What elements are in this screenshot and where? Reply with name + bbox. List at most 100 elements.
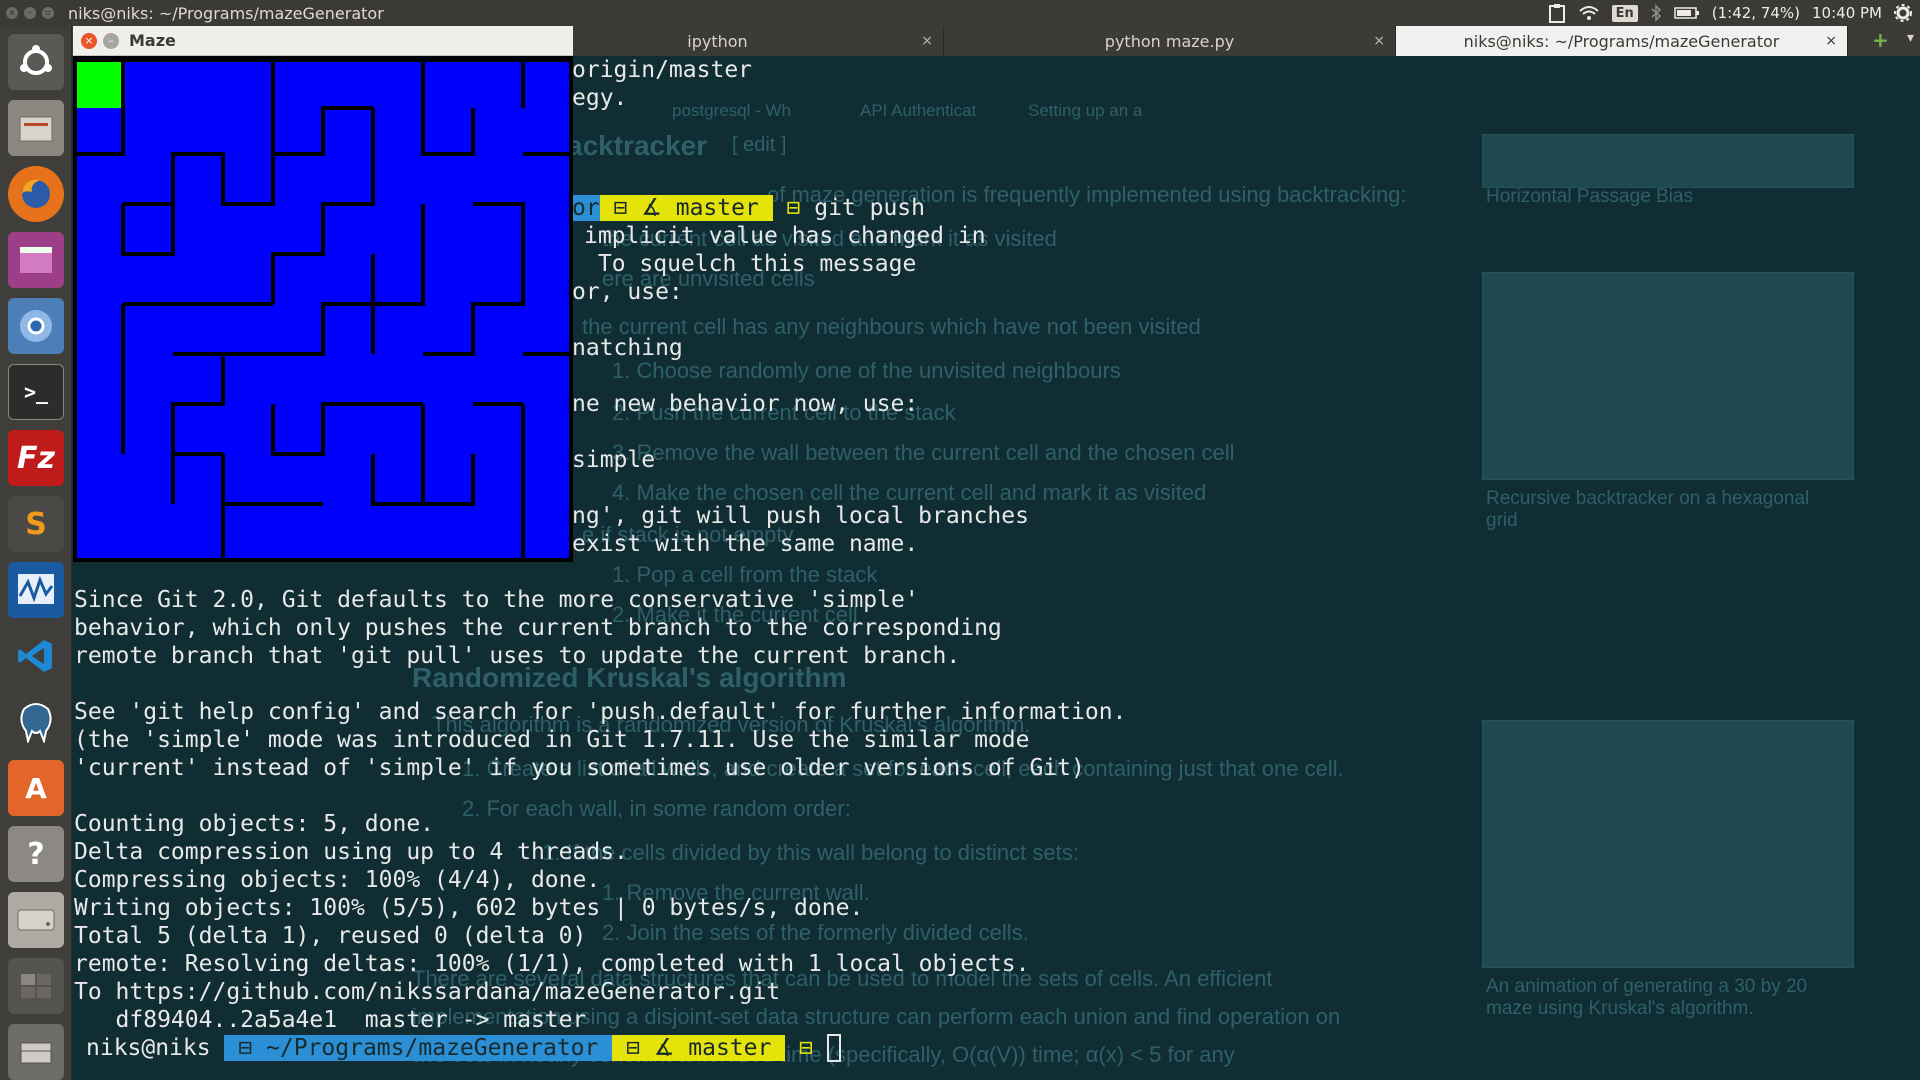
tab-label: python maze.py — [1104, 31, 1235, 51]
terminal-cursor — [826, 1034, 841, 1062]
bg-text: 1. Pop a cell from the stack — [612, 562, 878, 587]
disk-icon[interactable] — [8, 892, 64, 948]
keyboard-layout-indicator[interactable]: En — [1611, 4, 1638, 22]
bg-tab: API Authenticat — [860, 101, 977, 120]
ubuntu-dash-icon[interactable] — [8, 34, 64, 90]
bg-text: 3. Remove the wall between the current c… — [612, 440, 1235, 465]
tab-label: niks@niks: ~/Programs/mazeGenerator — [1463, 31, 1780, 51]
prompt-path-segment: or — [572, 195, 600, 221]
clock[interactable]: 10:40 PM — [1812, 4, 1882, 22]
maze-start-cell — [77, 62, 121, 108]
terminal-line: df89404..2a5a4e1 master -> master — [74, 1007, 587, 1033]
terminal-line: See 'git help config' and search for 'pu… — [74, 699, 1127, 725]
terminal-prompt-top: or ⊟ ∡ master ⊟ git push — [572, 195, 925, 221]
indicator-area: En (1:42, 74%) 10:40 PM — [1548, 0, 1912, 26]
maze-border — [569, 58, 573, 562]
help-icon[interactable]: ? — [8, 826, 64, 882]
terminal-line: or, use: — [572, 279, 683, 305]
prompt-path: ~/Programs/mazeGenerator — [266, 1035, 599, 1061]
maximize-window-button[interactable]: ▫ — [42, 7, 54, 19]
prompt-branch-segment: ⊟ ∡ master — [599, 195, 773, 221]
terminal-line: remote branch that 'git pull' uses to up… — [74, 643, 961, 669]
terminal-line: Delta compression using up to 4 threads. — [74, 839, 628, 865]
wifi-icon[interactable] — [1578, 4, 1600, 22]
maze-window: × – Maze — [73, 26, 573, 562]
bluetooth-icon[interactable] — [1650, 4, 1662, 22]
terminal-icon[interactable]: >_ — [8, 364, 64, 420]
filezilla-icon[interactable]: Fz — [8, 430, 64, 486]
close-window-button[interactable]: × — [6, 7, 18, 19]
minimize-window-button[interactable]: – — [24, 7, 36, 19]
maze-border — [73, 558, 573, 562]
prompt-command: git push — [814, 195, 925, 221]
maze-border — [73, 58, 573, 62]
close-tab-icon[interactable]: × — [1373, 33, 1385, 49]
terminal-line: (the 'simple' mode was introduced in Git… — [74, 727, 1030, 753]
bg-tab: postgresql - Wh — [672, 101, 792, 120]
terminal-line: Counting objects: 5, done. — [74, 811, 435, 837]
minimize-icon[interactable]: – — [103, 32, 119, 49]
new-tab-icon[interactable]: + — [1872, 30, 1890, 50]
trash-icon[interactable] — [8, 1024, 64, 1080]
bg-thumbnail — [1482, 134, 1854, 188]
files-icon[interactable] — [8, 100, 64, 156]
unity-launcher: >_ Fz S A ? — [0, 26, 72, 1080]
tab-python-maze[interactable]: python maze.py × — [944, 26, 1396, 56]
battery-icon[interactable] — [1674, 6, 1700, 20]
bg-caption: Recursive backtracker on a hexagonal gri… — [1486, 488, 1810, 531]
bg-tab: Setting up an a — [1028, 101, 1143, 120]
pgadmin-icon[interactable] — [8, 694, 64, 750]
bg-edit: [ edit ] — [732, 134, 787, 156]
top-panel: × – ▫ niks@niks: ~/Programs/mazeGenerato… — [0, 0, 1920, 26]
terminal-line: simple — [572, 447, 656, 473]
maze-window-title: Maze — [129, 31, 176, 50]
terminal-line: implicit value has changed in — [584, 223, 986, 249]
maze-border — [73, 58, 77, 562]
terminal-line: Total 5 (delta 1), reused 0 (delta 0) — [74, 923, 587, 949]
prompt-branch: master — [675, 195, 759, 221]
battery-status: (1:42, 74%) — [1711, 4, 1801, 22]
system-monitor-icon[interactable] — [8, 562, 64, 618]
tab-menu-chevron-down-icon[interactable]: ▾ — [1907, 30, 1914, 46]
terminal-line: Writing objects: 100% (5/5), 602 bytes |… — [74, 895, 864, 921]
sublime-icon[interactable]: S — [8, 496, 64, 552]
terminal-line: natching — [572, 335, 683, 361]
bg-text: 1. Choose randomly one of the unvisited … — [612, 358, 1121, 383]
maze-canvas — [73, 58, 573, 562]
workspace-icon[interactable] — [8, 958, 64, 1014]
terminal-line: origin/master — [572, 57, 753, 83]
terminal-line: Since Git 2.0, Git defaults to the more … — [74, 587, 919, 613]
maze-titlebar[interactable]: × – Maze — [73, 26, 573, 56]
bg-text: 2. For each wall, in some random order: — [462, 796, 851, 821]
clipboard-icon[interactable] — [1548, 3, 1566, 23]
bg-thumbnail — [1482, 272, 1854, 480]
terminal-line: behavior, which only pushes the current … — [74, 615, 1002, 641]
terminal-line: 'current' instead of 'simple' if you som… — [74, 755, 1085, 781]
terminal-line: exist with the same name. — [572, 531, 919, 557]
settings-gear-icon[interactable] — [1894, 4, 1912, 22]
tab-label: ipython — [687, 31, 748, 51]
bg-heading: acktracker — [567, 130, 708, 161]
software-center-icon[interactable]: A — [8, 760, 64, 816]
prompt-branch: master — [688, 1035, 772, 1061]
terminal-line: ne new behavior now, use: — [572, 391, 919, 417]
bg-thumbnail — [1482, 720, 1854, 968]
terminal-line: To squelch this message — [584, 251, 917, 277]
window-title: niks@niks: ~/Programs/mazeGenerator — [68, 3, 384, 23]
terminal-line: remote: Resolving deltas: 100% (1/1), co… — [74, 951, 1030, 977]
bg-caption: Horizontal Passage Bias — [1486, 186, 1693, 207]
close-tab-icon[interactable]: × — [921, 33, 933, 49]
tab-terminal-active[interactable]: niks@niks: ~/Programs/mazeGenerator × — [1396, 26, 1848, 56]
close-icon[interactable]: × — [81, 32, 97, 49]
prompt-path-segment: ⊟ ~/Programs/mazeGenerator — [224, 1035, 613, 1061]
close-tab-icon[interactable]: × — [1825, 33, 1837, 49]
unity-app-icon[interactable] — [8, 232, 64, 288]
terminal-line: Compressing objects: 100% (4/4), done. — [74, 867, 601, 893]
bg-text: 2. Join the sets of the formerly divided… — [602, 920, 1029, 945]
firefox-icon[interactable] — [8, 166, 64, 222]
vscode-icon[interactable] — [8, 628, 64, 684]
chromium-icon[interactable] — [8, 298, 64, 354]
prompt-user: niks@niks — [86, 1035, 211, 1061]
bg-caption: An animation of generating a 30 by 20 ma… — [1486, 976, 1808, 1019]
prompt-branch-segment: ⊟ ∡ master — [612, 1035, 786, 1061]
